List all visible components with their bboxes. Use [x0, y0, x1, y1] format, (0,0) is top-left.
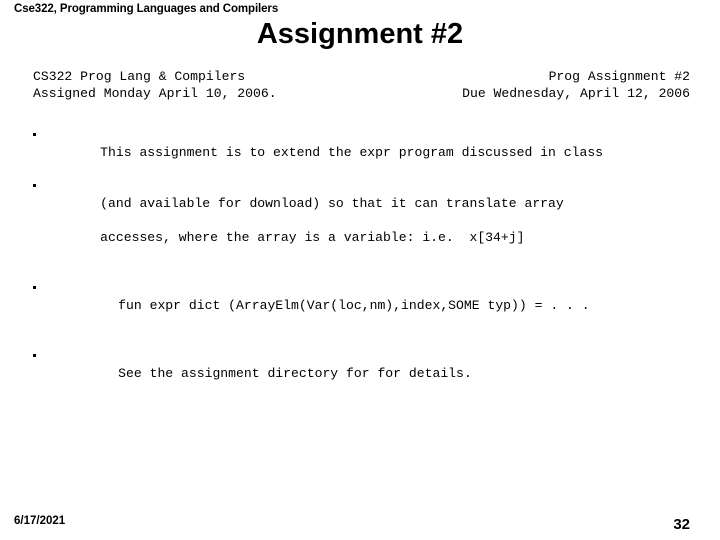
list-item-line: accesses, where the array is a variable:…	[100, 230, 525, 245]
slide-header: Cse322, Programming Languages and Compil…	[14, 3, 279, 15]
list-item: See the assignment directory for for det…	[33, 348, 693, 399]
info-row: CS322 Prog Lang & Compilers Prog Assignm…	[33, 68, 690, 85]
page-title: Assignment #2	[256, 18, 464, 50]
list-item-line: fun expr dict (ArrayElm(Var(loc,nm),inde…	[118, 298, 590, 313]
square-bullet-icon	[33, 178, 42, 195]
slide-number: 32	[673, 516, 690, 533]
square-bullet-icon	[33, 127, 42, 144]
list-item-text: See the assignment directory for for det…	[42, 348, 693, 399]
course-label: CS322 Prog Lang & Compilers	[33, 69, 246, 84]
list-item-text: (and available for download) so that it …	[42, 178, 693, 263]
bullet-list: This assignment is to extend the expr pr…	[33, 127, 693, 399]
info-row: Assigned Monday April 10, 2006. Due Wedn…	[33, 85, 690, 102]
assigned-date-label: Assigned Monday April 10, 2006.	[33, 86, 277, 101]
list-item-line: See the assignment directory for for det…	[118, 366, 472, 381]
due-date-label: Due Wednesday, April 12, 2006	[462, 86, 690, 101]
list-item-text: fun expr dict (ArrayElm(Var(loc,nm),inde…	[42, 280, 693, 331]
assignment-label: Prog Assignment #2	[548, 69, 690, 84]
square-bullet-icon	[33, 348, 42, 365]
list-item: fun expr dict (ArrayElm(Var(loc,nm),inde…	[33, 280, 693, 331]
square-bullet-icon	[33, 280, 42, 297]
list-item-line: (and available for download) so that it …	[100, 196, 564, 211]
list-item-text: This assignment is to extend the expr pr…	[42, 127, 693, 178]
list-item: This assignment is to extend the expr pr…	[33, 127, 693, 178]
list-item-line: This assignment is to extend the expr pr…	[100, 145, 604, 160]
assignment-info-block: CS322 Prog Lang & Compilers Prog Assignm…	[33, 68, 690, 102]
footer-date: 6/17/2021	[14, 515, 66, 527]
list-item: (and available for download) so that it …	[33, 178, 693, 263]
